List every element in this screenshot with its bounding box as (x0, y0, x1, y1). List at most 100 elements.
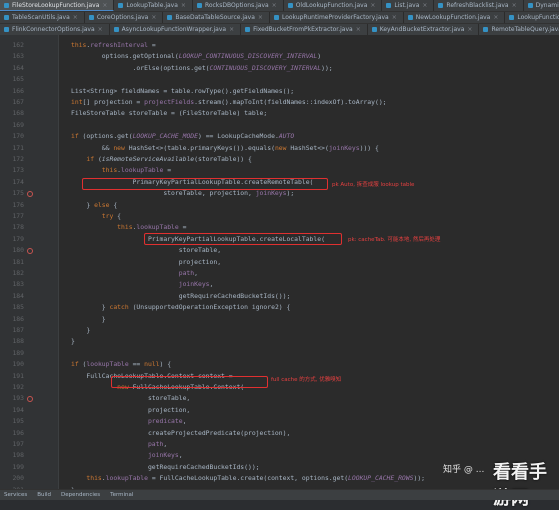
breakpoint-icon[interactable] (27, 396, 33, 402)
highlight-box-fullcache (111, 376, 268, 388)
code-line: 170if (options.get(LOOKUP_CACHE_MODE) ==… (0, 131, 559, 142)
close-icon[interactable]: × (73, 12, 78, 23)
close-icon[interactable]: × (392, 12, 397, 23)
java-file-icon (438, 3, 443, 8)
line-number: 185 (4, 302, 24, 313)
tab-label: CoreOptions.java (97, 12, 149, 23)
code-text: if (isRemoteServiceAvailable(storeTable)… (71, 154, 252, 165)
tab-label: List.java (394, 0, 419, 11)
close-icon[interactable]: × (467, 24, 472, 35)
editor-tab[interactable]: RocksDBOptions.java× (193, 0, 284, 11)
code-text: if (options.get(LOOKUP_CACHE_MODE) == Lo… (71, 131, 294, 142)
line-number: 167 (4, 97, 24, 108)
code-line: 164 .orElse(options.get(CONTINUOUS_DISCO… (0, 63, 559, 74)
breakpoint-icon[interactable] (27, 248, 33, 254)
java-file-icon (408, 15, 413, 20)
tab-label: DynamicPartitionLoader.java (536, 0, 559, 11)
editor-tab[interactable]: FlinkConnectorOptions.java× (0, 24, 110, 35)
close-icon[interactable]: × (512, 0, 517, 11)
editor-tab[interactable]: LookupTable.java × (114, 0, 193, 11)
code-text: } (71, 314, 106, 325)
line-number: 189 (4, 348, 24, 359)
editor-tab[interactable]: RemoteTableQuery.java× (479, 24, 559, 35)
tab-label: NewLookupFunction.java (416, 12, 491, 23)
editor-tab[interactable]: LookupRuntimeProviderFactory.java× (270, 12, 404, 23)
editor-tab[interactable]: NewLookupFunction.java× (404, 12, 506, 23)
editor-tab[interactable]: TableScanUtils.java× (0, 12, 85, 23)
close-icon[interactable]: × (422, 0, 427, 11)
java-file-icon (274, 15, 279, 20)
editor-tab[interactable]: FileStoreLookupFunction.java× (0, 0, 114, 11)
close-icon[interactable]: × (98, 24, 103, 35)
code-line: 193 storeTable, (0, 393, 559, 404)
close-icon[interactable]: × (272, 0, 277, 11)
code-text: try { (71, 211, 121, 222)
code-line: 167int[] projection = projectFields.stre… (0, 97, 559, 108)
dependencies-tab[interactable]: Dependencies (61, 492, 100, 498)
java-file-icon (372, 27, 377, 32)
tab-label: FlinkConnectorOptions.java (12, 24, 95, 35)
editor-tab[interactable]: DynamicPartitionLoader.java× (524, 0, 559, 11)
editor-tab[interactable]: AsyncLookupFunctionWrapper.java× (110, 24, 241, 35)
line-number: 188 (4, 336, 24, 347)
code-line: 166List<String> fieldNames = table.rowTy… (0, 86, 559, 97)
code-text: getRequireCachedBucketIds()); (71, 462, 260, 473)
watermark-logo: 知乎 @ ... (443, 462, 484, 475)
highlight-box-local (144, 233, 342, 245)
java-file-icon (4, 15, 9, 20)
line-number: 179 (4, 234, 24, 245)
java-file-icon (509, 15, 514, 20)
tab-label: FileStoreLookupFunction.java (12, 0, 99, 11)
tab-label: TableScanUtils.java (12, 12, 70, 23)
close-icon[interactable]: × (102, 0, 107, 11)
code-line: 188} (0, 336, 559, 347)
terminal-tab[interactable]: Terminal (110, 492, 133, 498)
line-number: 163 (4, 51, 24, 62)
editor-tab[interactable]: LookupFunction.class× (505, 12, 559, 23)
code-line: 181 projection, (0, 257, 559, 268)
line-number: 177 (4, 211, 24, 222)
editor-tab[interactable]: BaseDataTableSource.java× (163, 12, 270, 23)
close-icon[interactable]: × (181, 0, 186, 11)
line-number: 175 (4, 188, 24, 199)
line-number: 199 (4, 462, 24, 473)
editor-tab[interactable]: KeyAndBucketExtractor.java× (368, 24, 480, 35)
tab-label: LookupTable.java (126, 0, 177, 11)
code-line: 196 createProjectedPredicate(projection)… (0, 428, 559, 439)
bottom-toolbar: Services Build Dependencies Terminal (0, 489, 559, 500)
code-text: createProjectedPredicate(projection), (71, 428, 290, 439)
code-line: 187 } (0, 325, 559, 336)
code-line: 178 this.lookupTable = (0, 222, 559, 233)
line-number: 171 (4, 143, 24, 154)
code-text: projection, (71, 257, 221, 268)
editor-tab[interactable]: CoreOptions.java× (85, 12, 164, 23)
code-line: 192 new FullCacheLookupTable.Context( (0, 382, 559, 393)
code-text: } catch (UnsupportedOperationException i… (71, 302, 290, 313)
code-editor[interactable]: 162this.refreshInterval =163 options.get… (0, 35, 559, 490)
editor-tab[interactable]: RefreshBlacklist.java× (434, 0, 523, 11)
close-icon[interactable]: × (258, 12, 263, 23)
java-file-icon (89, 15, 94, 20)
tab-label: RocksDBOptions.java (205, 0, 269, 11)
annotation-remote: pk Auto, 拆查成服 lookup table (332, 180, 414, 188)
build-tab[interactable]: Build (37, 492, 51, 498)
breakpoint-icon[interactable] (27, 191, 33, 197)
line-number: 196 (4, 428, 24, 439)
line-number: 173 (4, 165, 24, 176)
code-line: 172 if (isRemoteServiceAvailable(storeTa… (0, 154, 559, 165)
close-icon[interactable]: × (370, 0, 375, 11)
annotation-local: pk: cacheTab. 可能本地, 然后再处理 (348, 235, 440, 243)
close-icon[interactable]: × (229, 24, 234, 35)
java-file-icon (386, 3, 391, 8)
tab-label: BaseDataTableSource.java (175, 12, 255, 23)
close-icon[interactable]: × (356, 24, 361, 35)
code-line: 190if (lookupTable == null) { (0, 359, 559, 370)
editor-tab[interactable]: FixedBucketFromPkExtractor.java× (241, 24, 368, 35)
close-icon[interactable]: × (151, 12, 156, 23)
editor-tab[interactable]: List.java× (382, 0, 434, 11)
close-icon[interactable]: × (493, 12, 498, 23)
line-number: 194 (4, 405, 24, 416)
editor-tab[interactable]: OldLookupFunction.java× (284, 0, 383, 11)
services-tab[interactable]: Services (4, 492, 27, 498)
line-number: 192 (4, 382, 24, 393)
